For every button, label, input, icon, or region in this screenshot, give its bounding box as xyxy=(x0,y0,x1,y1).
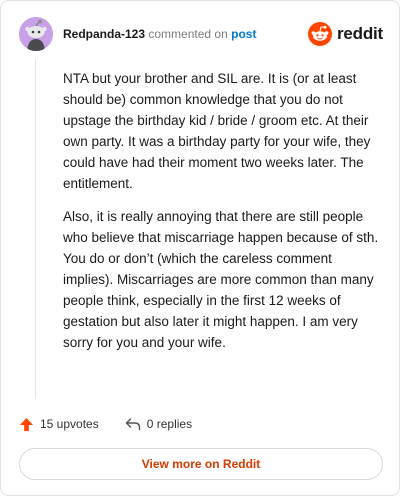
post-link[interactable]: post xyxy=(231,27,256,41)
commented-on-text: commented on xyxy=(148,27,228,41)
author-line: Redpanda-123 commented on post xyxy=(63,26,256,42)
thread-line xyxy=(35,59,36,399)
comment-actions: 15 upvotes 0 replies xyxy=(19,413,218,435)
reddit-logo-icon xyxy=(307,22,332,46)
reply-count: 0 replies xyxy=(146,417,193,431)
view-more-button[interactable]: View more on Reddit xyxy=(19,448,383,480)
comment-body: NTA but your brother and SIL are. It is … xyxy=(63,68,385,365)
upvote-button[interactable]: 15 upvotes xyxy=(19,417,99,432)
avatar[interactable] xyxy=(19,17,53,51)
reddit-wordmark: reddit xyxy=(336,24,383,43)
snoo-avatar-icon xyxy=(19,17,53,51)
reply-button[interactable]: 0 replies xyxy=(125,417,192,431)
comment-embed-card: Redpanda-123 commented on post reddit NT… xyxy=(0,0,400,496)
comment-paragraph-1: NTA but your brother and SIL are. It is … xyxy=(63,71,371,191)
comment-paragraph-2: Also, it is really annoying that there a… xyxy=(63,209,379,350)
author-name[interactable]: Redpanda-123 xyxy=(63,27,145,41)
reddit-brand[interactable]: reddit xyxy=(307,21,383,47)
reply-arrow-icon xyxy=(125,417,141,431)
upvote-arrow-icon xyxy=(19,417,34,432)
upvote-count: 15 upvotes xyxy=(40,417,99,431)
comment-header: Redpanda-123 commented on post reddit xyxy=(19,17,383,53)
